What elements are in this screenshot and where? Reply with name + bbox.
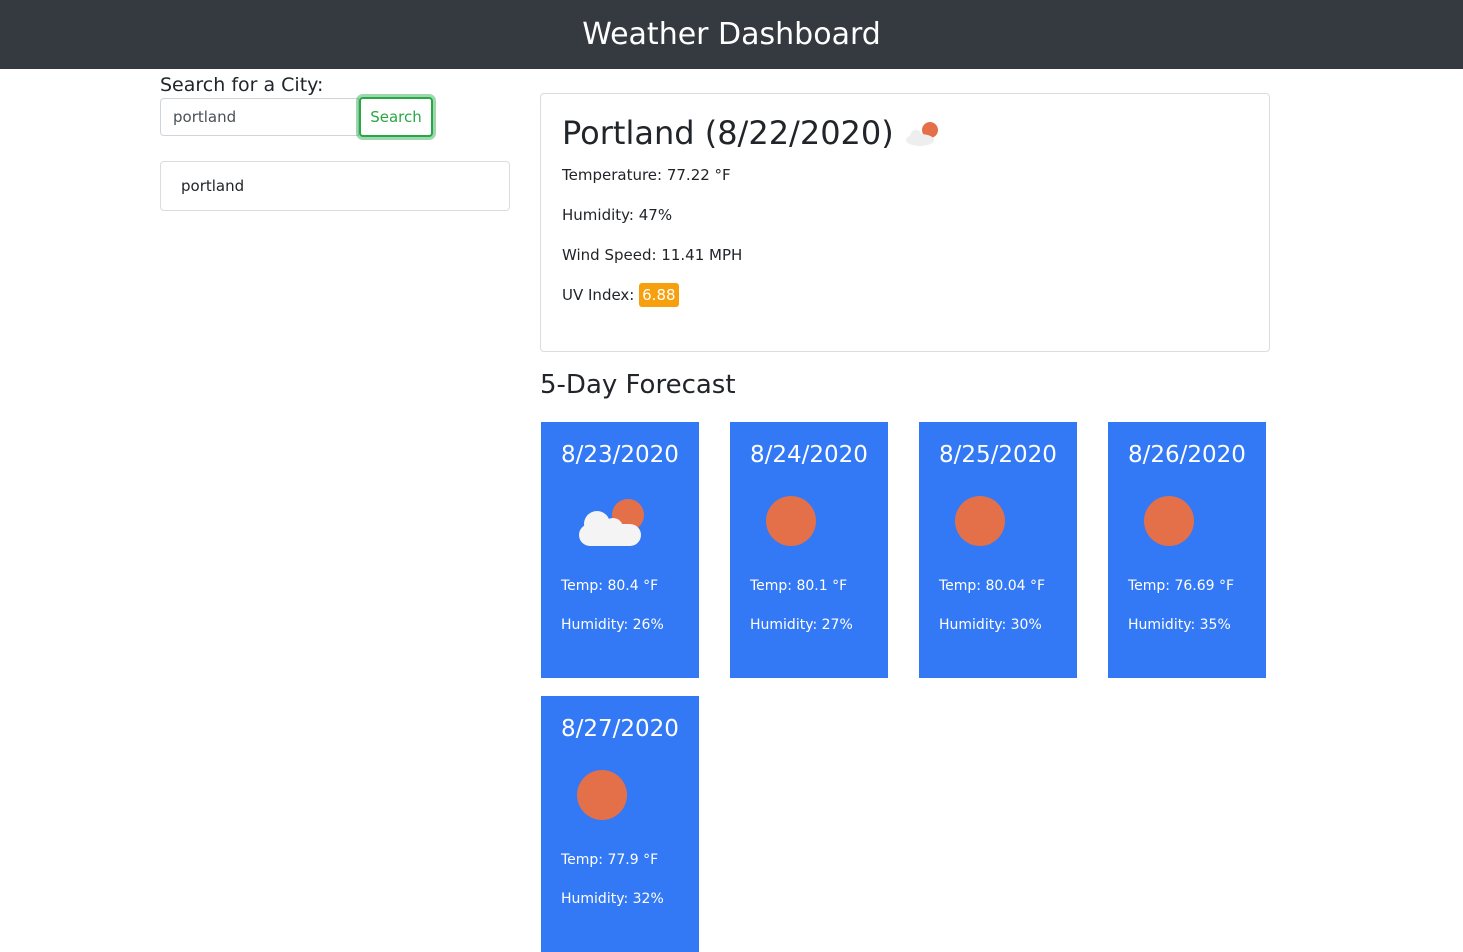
forecast-grid: 8/23/2020 Temp: 80.4 °F Humidity: 26% 8/24/…: [541, 422, 1270, 952]
search-panel: Search for a City: Search portland: [160, 74, 510, 211]
forecast-card: 8/25/2020 Temp: 80.04 °F Humidity: 30%: [919, 422, 1077, 678]
forecast-temp: Temp: 77.9 °F: [561, 852, 659, 868]
forecast-temp: Temp: 80.4 °F: [561, 578, 659, 594]
forecast-heading: 5-Day Forecast: [540, 370, 736, 400]
sun-icon: [955, 496, 1005, 546]
weather-panel: Portland (8/22/2020) Temperature: 77.22 …: [540, 93, 1270, 952]
forecast-card: 8/23/2020 Temp: 80.4 °F Humidity: 26%: [541, 422, 699, 678]
forecast-date: 8/25/2020: [939, 442, 1057, 468]
current-weather-card: Portland (8/22/2020) Temperature: 77.22 …: [540, 93, 1270, 352]
city-search-input[interactable]: [160, 98, 359, 136]
forecast-humidity: Humidity: 30%: [939, 617, 1042, 633]
forecast-temp: Temp: 76.69 °F: [1128, 578, 1235, 594]
forecast-temp: Temp: 80.1 °F: [750, 578, 848, 594]
forecast-humidity: Humidity: 35%: [1128, 617, 1231, 633]
app-header: Weather Dashboard: [0, 0, 1463, 69]
current-wind-speed: Wind Speed: 11.41 MPH: [562, 246, 743, 264]
forecast-date: 8/24/2020: [750, 442, 868, 468]
partly-cloudy-icon: [579, 499, 644, 546]
forecast-card: 8/26/2020 Temp: 76.69 °F Humidity: 35%: [1108, 422, 1266, 678]
forecast-date: 8/23/2020: [561, 442, 679, 468]
sun-icon: [1144, 496, 1194, 546]
current-city-title: Portland (8/22/2020): [562, 114, 894, 152]
current-temperature: Temperature: 77.22 °F: [562, 166, 731, 184]
sun-icon: [766, 496, 816, 546]
app-title: Weather Dashboard: [582, 17, 881, 52]
uv-label: UV Index:: [562, 286, 635, 304]
forecast-humidity: Humidity: 26%: [561, 617, 664, 633]
search-button[interactable]: Search: [359, 97, 433, 137]
partly-cloudy-icon: [905, 122, 938, 146]
forecast-date: 8/27/2020: [561, 716, 679, 742]
uv-index-badge: 6.88: [639, 283, 679, 307]
forecast-temp: Temp: 80.04 °F: [939, 578, 1046, 594]
history-item-portland[interactable]: portland: [160, 161, 510, 211]
forecast-card: 8/27/2020 Temp: 77.9 °F Humidity: 32%: [541, 696, 699, 952]
current-uv: UV Index: 6.88: [562, 283, 1248, 307]
forecast-humidity: Humidity: 32%: [561, 891, 664, 907]
current-humidity: Humidity: 47%: [562, 206, 673, 224]
history-item-label: portland: [181, 177, 245, 195]
search-label: Search for a City:: [160, 74, 324, 96]
forecast-card: 8/24/2020 Temp: 80.1 °F Humidity: 27%: [730, 422, 888, 678]
sun-icon: [577, 770, 627, 820]
forecast-humidity: Humidity: 27%: [750, 617, 853, 633]
forecast-date: 8/26/2020: [1128, 442, 1246, 468]
